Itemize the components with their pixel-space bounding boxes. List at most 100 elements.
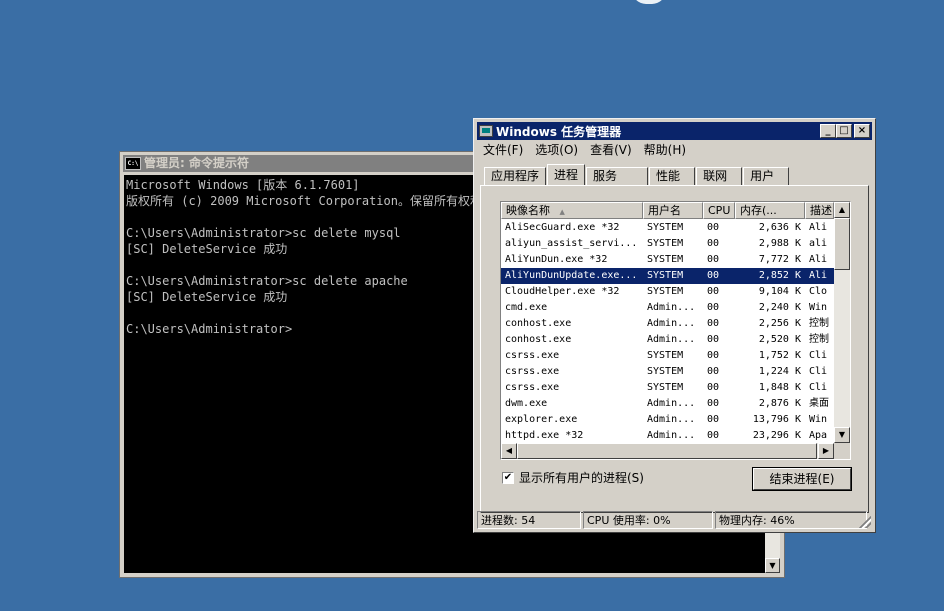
tab-services[interactable]: 服务 xyxy=(586,167,649,185)
table-row[interactable]: dwm.exe Admin... 00 2,876 K 桌面 xyxy=(501,396,834,412)
scrollbar-corner xyxy=(834,443,850,459)
status-cpu-usage: CPU 使用率: 0% xyxy=(583,511,713,529)
menu-help[interactable]: 帮助(H) xyxy=(639,141,693,160)
process-cpu: 00 xyxy=(707,366,720,377)
vertical-scroll-thumb[interactable] xyxy=(834,218,850,270)
process-cpu: 00 xyxy=(707,222,720,233)
process-rows: AliSecGuard.exe *32 SYSTEM 00 2,636 K Ali ali… xyxy=(501,220,834,444)
process-user-name: SYSTEM xyxy=(647,222,684,233)
process-cpu: 00 xyxy=(707,414,720,425)
column-header-user-name[interactable]: 用户名 xyxy=(643,202,703,219)
process-memory: 1,848 K xyxy=(758,382,801,393)
table-row[interactable]: httpd.exe *32 Admin... 00 23,296 K Apa xyxy=(501,428,834,444)
process-image-name: AliSecGuard.exe *32 xyxy=(505,222,620,233)
task-manager-window[interactable]: Windows 任务管理器 _ □ × 文件(F) 选项(O) 查看(V) 帮助… xyxy=(473,118,876,533)
table-row[interactable]: CloudHelper.exe *32 SYSTEM 00 9,104 K Clo xyxy=(501,284,834,300)
menu-file[interactable]: 文件(F) xyxy=(478,141,530,160)
status-bar: 进程数: 54 CPU 使用率: 0% 物理内存: 46% xyxy=(477,511,872,529)
close-button[interactable]: × xyxy=(854,124,870,138)
show-all-users-checkbox[interactable]: ✔ xyxy=(502,471,514,484)
tab-users[interactable]: 用户 xyxy=(743,167,790,185)
column-header-description[interactable]: 描述 xyxy=(805,202,834,219)
column-header-image-name[interactable]: 映像名称 ▲ xyxy=(501,202,643,219)
process-user-name: SYSTEM xyxy=(647,350,684,361)
process-user-name: Admin... xyxy=(647,430,696,441)
table-row[interactable]: cmd.exe Admin... 00 2,240 K Win xyxy=(501,300,834,316)
menu-options[interactable]: 选项(O) xyxy=(530,141,585,160)
resize-grip[interactable] xyxy=(859,516,871,528)
process-list[interactable]: 映像名称 ▲ 用户名 CPU 内存(... 描述 AliSecGuard.exe… xyxy=(500,201,851,460)
scroll-down-button[interactable]: ▼ xyxy=(834,427,850,443)
process-image-name: csrss.exe xyxy=(505,350,560,361)
table-row[interactable]: csrss.exe SYSTEM 00 1,848 K Cli xyxy=(501,380,834,396)
process-list-horizontal-scrollbar[interactable]: ◀ ▶ xyxy=(501,443,834,459)
process-description: Cli xyxy=(809,366,828,377)
table-row[interactable]: AliYunDunUpdate.exe... SYSTEM 00 2,852 K Ali xyxy=(501,268,834,284)
table-row[interactable]: conhost.exe Admin... 00 2,520 K 控制 xyxy=(501,332,834,348)
table-row[interactable]: aliyun_assist_servi... SYSTEM 00 2,988 K ali xyxy=(501,236,834,252)
cmd-icon: C:\ xyxy=(125,157,141,170)
process-description: Cli xyxy=(809,382,828,393)
process-cpu: 00 xyxy=(707,238,720,249)
process-image-name: csrss.exe xyxy=(505,366,560,377)
process-memory: 1,752 K xyxy=(758,350,801,361)
process-image-name: AliYunDunUpdate.exe... xyxy=(505,270,638,281)
menu-view[interactable]: 查看(V) xyxy=(585,141,639,160)
process-cpu: 00 xyxy=(707,254,720,265)
process-cpu: 00 xyxy=(707,398,720,409)
process-cpu: 00 xyxy=(707,302,720,313)
process-user-name: Admin... xyxy=(647,302,696,313)
process-memory: 23,296 K xyxy=(752,430,801,441)
process-image-name: CloudHelper.exe *32 xyxy=(505,286,620,297)
process-memory: 2,636 K xyxy=(758,222,801,233)
process-description: Win xyxy=(809,414,828,425)
column-header-memory[interactable]: 内存(... xyxy=(735,202,805,219)
process-list-vertical-scrollbar[interactable]: ▲ ▼ xyxy=(834,202,850,443)
table-row[interactable]: csrss.exe SYSTEM 00 1,224 K Cli xyxy=(501,364,834,380)
process-user-name: Admin... xyxy=(647,414,696,425)
process-cpu: 00 xyxy=(707,270,720,281)
tab-processes[interactable]: 进程 xyxy=(547,164,586,185)
end-process-button[interactable]: 结束进程(E) xyxy=(752,467,852,491)
menu-bar: 文件(F) 选项(O) 查看(V) 帮助(H) xyxy=(478,141,693,160)
process-cpu: 00 xyxy=(707,430,720,441)
table-row[interactable]: explorer.exe Admin... 00 13,796 K Win xyxy=(501,412,834,428)
minimize-button[interactable]: _ xyxy=(820,124,836,138)
tab-applications[interactable]: 应用程序 xyxy=(484,167,547,185)
scroll-up-button[interactable]: ▲ xyxy=(834,202,850,218)
scroll-right-button[interactable]: ▶ xyxy=(818,443,834,459)
status-process-count: 进程数: 54 xyxy=(477,511,581,529)
process-memory: 2,876 K xyxy=(758,398,801,409)
process-memory: 1,224 K xyxy=(758,366,801,377)
tab-networking[interactable]: 联网 xyxy=(696,167,743,185)
process-memory: 13,796 K xyxy=(752,414,801,425)
table-row[interactable]: conhost.exe Admin... 00 2,256 K 控制 xyxy=(501,316,834,332)
tab-strip: 应用程序 进程 服务 性能 联网 用户 xyxy=(484,164,790,185)
process-image-name: dwm.exe xyxy=(505,398,548,409)
horizontal-scroll-thumb[interactable] xyxy=(517,443,817,459)
scroll-left-button[interactable]: ◀ xyxy=(501,443,517,459)
process-cpu: 00 xyxy=(707,286,720,297)
tab-performance[interactable]: 性能 xyxy=(649,167,696,185)
process-image-name: httpd.exe *32 xyxy=(505,430,584,441)
show-all-users-option[interactable]: ✔ 显示所有用户的进程(S) xyxy=(502,469,644,486)
process-cpu: 00 xyxy=(707,334,720,345)
column-header-cpu[interactable]: CPU xyxy=(703,202,735,219)
sort-ascending-icon: ▲ xyxy=(559,208,565,216)
status-physical-memory: 物理内存: 46% xyxy=(715,511,867,529)
column-label-image-name: 映像名称 xyxy=(506,204,550,217)
table-row[interactable]: AliSecGuard.exe *32 SYSTEM 00 2,636 K Ali xyxy=(501,220,834,236)
process-cpu: 00 xyxy=(707,318,720,329)
maximize-button[interactable]: □ xyxy=(836,124,852,138)
task-manager-titlebar[interactable]: Windows 任务管理器 _ □ × xyxy=(477,122,872,140)
table-row[interactable]: AliYunDun.exe *32 SYSTEM 00 7,772 K Ali xyxy=(501,252,834,268)
table-row[interactable]: csrss.exe SYSTEM 00 1,752 K Cli xyxy=(501,348,834,364)
process-memory: 2,852 K xyxy=(758,270,801,281)
process-description: Apa xyxy=(809,430,828,441)
process-user-name: SYSTEM xyxy=(647,270,684,281)
process-description: Ali xyxy=(809,270,828,281)
cmd-scroll-down-button[interactable]: ▼ xyxy=(765,558,780,573)
process-user-name: SYSTEM xyxy=(647,382,684,393)
show-all-users-label[interactable]: 显示所有用户的进程(S) xyxy=(519,469,644,486)
process-user-name: SYSTEM xyxy=(647,366,684,377)
